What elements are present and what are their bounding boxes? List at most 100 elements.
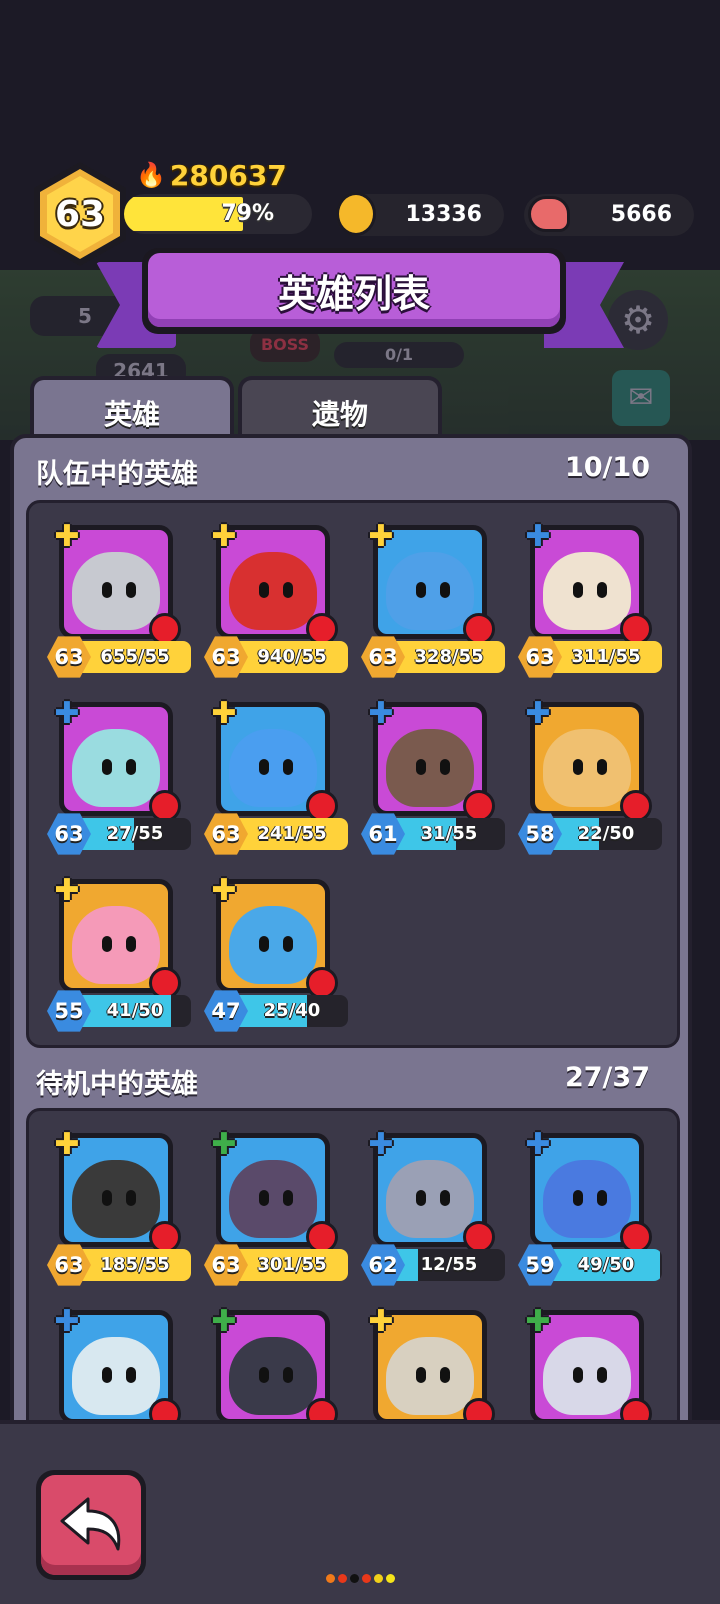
player-level-badge: 63 <box>30 160 130 268</box>
gold-class-badge-icon: ✚ <box>211 873 237 908</box>
standby-section-title: 待机中的英雄 <box>36 1069 198 1100</box>
gold-class-badge-icon: ✚ <box>368 1304 394 1339</box>
hero-eye <box>573 582 583 598</box>
hero-shard-bar: 185/55 <box>79 1249 191 1281</box>
hero-shard-progress: 655/55 <box>100 646 170 667</box>
hero-shard-bar: 41/50 <box>79 995 191 1027</box>
hero-eye <box>126 759 136 775</box>
hero-card[interactable]: ✚ 31/55 61 <box>361 694 511 856</box>
hero-face <box>543 1160 631 1238</box>
hero-shard-bar: 25/40 <box>236 995 348 1027</box>
flame-icon: 🔥 <box>136 161 166 189</box>
gold-counter[interactable]: 13336 <box>336 192 504 236</box>
hero-card[interactable]: ✚ 49/50 59 <box>518 1125 668 1287</box>
hero-card[interactable]: ✚ 25/40 47 <box>204 871 354 1033</box>
hero-card[interactable]: ✚ 301/55 63 <box>204 1125 354 1287</box>
meat-counter[interactable]: 5666 <box>524 194 694 236</box>
page-title: 英雄列表 <box>148 253 560 327</box>
team-section-title: 队伍中的英雄 <box>36 459 198 490</box>
gold-class-badge-icon: ✚ <box>54 873 80 908</box>
back-arrow-icon <box>60 1497 121 1551</box>
hero-card[interactable]: ✚ 311/55 63 <box>518 517 668 679</box>
hero-eye <box>102 1367 112 1383</box>
hero-shard-bar: 328/55 <box>393 641 505 673</box>
blue-class-badge-icon: ✚ <box>368 1127 394 1162</box>
hero-eye <box>102 1190 112 1206</box>
title-banner: 英雄列表 <box>142 248 566 334</box>
green-class-badge-icon: ✚ <box>211 1304 237 1339</box>
hero-face <box>229 1160 317 1238</box>
hero-shard-progress: 31/55 <box>420 823 478 844</box>
hero-shard-progress: 311/55 <box>571 646 641 667</box>
hero-shard-bar: 12/55 <box>393 1249 505 1281</box>
hero-eye <box>259 759 269 775</box>
hero-eye <box>126 936 136 952</box>
hero-eye <box>259 936 269 952</box>
hero-face <box>72 906 160 984</box>
hero-face <box>543 729 631 807</box>
hero-face <box>229 552 317 630</box>
hero-face <box>229 1337 317 1415</box>
hero-shard-bar: 27/55 <box>79 818 191 850</box>
hero-shard-bar: 940/55 <box>236 641 348 673</box>
xp-percent: 79% <box>221 201 274 226</box>
hero-face <box>229 906 317 984</box>
hero-shard-progress: 185/55 <box>100 1254 170 1275</box>
hero-shard-progress: 49/50 <box>577 1254 635 1275</box>
hero-eye <box>597 582 607 598</box>
meat-value: 5666 <box>610 202 672 227</box>
hero-shard-progress: 12/55 <box>420 1254 478 1275</box>
meat-icon <box>528 196 570 232</box>
xp-bar: 79% <box>124 194 312 234</box>
hero-card[interactable]: ✚ 940/55 63 <box>204 517 354 679</box>
hero-eye <box>126 1367 136 1383</box>
hero-face <box>386 552 474 630</box>
back-button[interactable] <box>36 1470 146 1580</box>
hero-card[interactable]: ✚ 328/55 63 <box>361 517 511 679</box>
blue-class-badge-icon: ✚ <box>525 1127 551 1162</box>
hero-card[interactable]: ✚ 185/55 63 <box>47 1125 197 1287</box>
gold-class-badge-icon: ✚ <box>211 696 237 731</box>
hero-eye <box>573 1190 583 1206</box>
hero-face <box>72 729 160 807</box>
hero-eye <box>126 582 136 598</box>
hero-shard-bar: 22/50 <box>550 818 662 850</box>
hero-eye <box>597 1367 607 1383</box>
hero-eye <box>283 1367 293 1383</box>
hero-face <box>72 1337 160 1415</box>
green-class-badge-icon: ✚ <box>211 1127 237 1162</box>
hero-face <box>229 729 317 807</box>
hero-eye <box>440 1367 450 1383</box>
page-indicator <box>326 1574 395 1583</box>
green-class-badge-icon: ✚ <box>525 1304 551 1339</box>
blue-class-badge-icon: ✚ <box>525 696 551 731</box>
power-display: 🔥 280637 <box>136 158 287 192</box>
hero-card[interactable]: ✚ 41/50 55 <box>47 871 197 1033</box>
bg-progress: 0/1 <box>334 342 464 368</box>
gold-class-badge-icon: ✚ <box>54 1127 80 1162</box>
gold-class-badge-icon: ✚ <box>368 519 394 554</box>
hero-face <box>386 1160 474 1238</box>
gold-value: 13336 <box>405 202 482 227</box>
standby-hero-grid: ✚ 185/55 63 ✚ 301/55 63 ✚ 12/55 62 ✚ 49/50 59 ✚ ✚ ✚ ✚ <box>26 1108 680 1448</box>
hero-shard-progress: 22/50 <box>577 823 635 844</box>
hero-eye <box>102 936 112 952</box>
hero-eye <box>259 1190 269 1206</box>
team-count: 10/10 <box>564 452 650 483</box>
hero-card[interactable]: ✚ 241/55 63 <box>204 694 354 856</box>
team-hero-grid: ✚ 655/55 63 ✚ 940/55 63 ✚ 328/55 63 ✚ 311/55 63 ✚ 27/… <box>26 500 680 1048</box>
hero-card[interactable]: ✚ 655/55 63 <box>47 517 197 679</box>
hero-shard-progress: 27/55 <box>106 823 164 844</box>
hero-shard-progress: 241/55 <box>257 823 327 844</box>
hero-card[interactable]: ✚ 27/55 63 <box>47 694 197 856</box>
hero-shard-progress: 301/55 <box>257 1254 327 1275</box>
hero-eye <box>440 1190 450 1206</box>
hero-eye <box>416 582 426 598</box>
hero-shard-bar: 241/55 <box>236 818 348 850</box>
hero-card[interactable]: ✚ 22/50 58 <box>518 694 668 856</box>
hero-face <box>72 552 160 630</box>
hero-eye <box>259 1367 269 1383</box>
mail-icon[interactable]: ✉ <box>612 370 670 426</box>
hero-face <box>72 1160 160 1238</box>
hero-card[interactable]: ✚ 12/55 62 <box>361 1125 511 1287</box>
